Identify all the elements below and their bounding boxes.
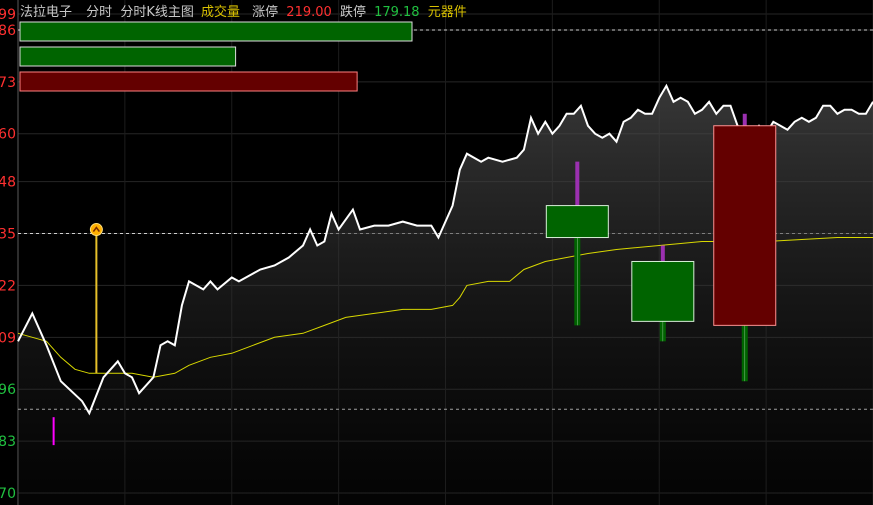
header-bar: 法拉电子 分时 分时K线主图 成交量 涨停 219.00 跌停 179.18 元… xyxy=(20,4,467,20)
limit-down-value: 179.18 xyxy=(374,5,420,20)
y-tick-label: 86 xyxy=(0,23,16,39)
stock-name: 法拉电子 xyxy=(20,5,72,20)
y-tick-label: 73 xyxy=(0,75,16,91)
volume-bars xyxy=(19,21,413,92)
volume-bar xyxy=(19,46,237,67)
limit-up-label: 涨停 xyxy=(252,4,278,20)
limit-down-label: 跌停 xyxy=(340,4,366,20)
volume-label: 成交量 xyxy=(201,4,240,20)
candle-body xyxy=(545,205,609,239)
y-axis-labels: 9986 73 60 48 35 22 09 96 83 70 xyxy=(0,7,16,502)
mode-label: 分时 xyxy=(86,5,112,20)
volume-bar xyxy=(19,21,413,42)
y-tick-label: 09 xyxy=(0,330,16,346)
intraday-chart: 9986 73 60 48 35 22 09 96 83 70 法拉电子 分时 分时K线主图 成交… xyxy=(0,0,873,505)
y-tick-label: 96 xyxy=(0,382,16,398)
component-label: 元器件 xyxy=(428,5,467,20)
limit-up-value: 219.00 xyxy=(286,5,332,20)
y-tick-label: 83 xyxy=(0,434,16,450)
y-tick-label: 70 xyxy=(0,486,16,502)
indicator-label: 分时K线主图 xyxy=(120,5,194,20)
y-tick-label: 60 xyxy=(0,127,16,143)
y-tick-label: 35 xyxy=(0,227,16,243)
y-tick-label: 22 xyxy=(0,278,16,294)
y-tick-label: 48 xyxy=(0,175,16,191)
y-tick-label: 99 xyxy=(0,7,16,23)
buy-signal-icon xyxy=(89,223,103,237)
candle-body xyxy=(713,125,777,326)
volume-bar xyxy=(19,71,358,92)
candle-body xyxy=(631,260,695,322)
